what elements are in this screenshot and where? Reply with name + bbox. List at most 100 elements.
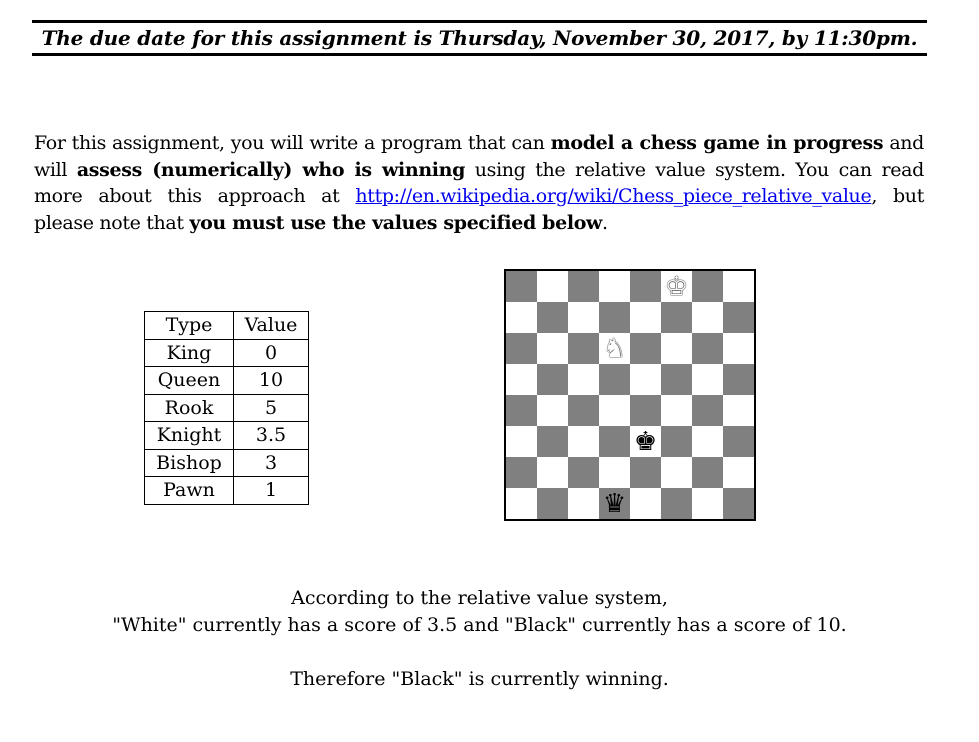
board-square-h5	[723, 364, 754, 395]
board-square-a3	[506, 426, 537, 457]
table-row: King 0	[144, 338, 309, 367]
intro-bold-1: model a chess game in progress	[550, 132, 884, 154]
board-square-c5	[568, 364, 599, 395]
board-square-e4	[630, 395, 661, 426]
conclusion-line-1: According to the relative value system,	[291, 587, 668, 609]
board-square-f6	[661, 333, 692, 364]
board-square-e6	[630, 333, 661, 364]
table-row: Knight 3.5	[144, 421, 309, 450]
board-square-b4	[537, 395, 568, 426]
board-square-a5	[506, 364, 537, 395]
board-square-f8: ♚	[661, 271, 692, 302]
board-square-d4	[599, 395, 630, 426]
board-square-e2	[630, 457, 661, 488]
cell-value: 0	[233, 338, 309, 367]
board-square-e8	[630, 271, 661, 302]
table-row: Pawn 1	[144, 476, 309, 505]
board-square-c1	[568, 488, 599, 519]
table-row: Bishop 3	[144, 448, 309, 477]
board-square-b6	[537, 333, 568, 364]
intro-text-1: For this assignment, you will write a pr…	[34, 132, 551, 154]
board-square-b1	[537, 488, 568, 519]
conclusion-line-2: "White" currently has a score of 3.5 and…	[112, 613, 847, 636]
cell-type: Bishop	[144, 448, 234, 477]
black-queen-icon: ♛	[602, 488, 627, 519]
due-date-text: The due date for this assignment is Thur…	[41, 26, 918, 50]
table-header-row: Type Value	[144, 311, 309, 340]
cell-type: King	[144, 338, 234, 367]
board-square-c7	[568, 302, 599, 333]
intro-paragraph: For this assignment, you will write a pr…	[34, 130, 924, 236]
board-square-b8	[537, 271, 568, 302]
board-square-d6: ♞	[599, 333, 630, 364]
cell-type: Queen	[144, 366, 234, 395]
board-square-b2	[537, 457, 568, 488]
intro-text-5: .	[602, 211, 608, 234]
board-square-h2	[723, 457, 754, 488]
board-square-f1	[661, 488, 692, 519]
conclusion-line-3: Therefore "Black" is currently winning.	[290, 668, 669, 690]
chess-board: ♚ ♞ ♚ ♛	[504, 269, 756, 521]
white-king-icon: ♚	[664, 271, 689, 302]
cell-value: 3	[233, 448, 309, 477]
header-type: Type	[144, 311, 234, 340]
board-square-c2	[568, 457, 599, 488]
board-square-d7	[599, 302, 630, 333]
board-square-a6	[506, 333, 537, 364]
cell-value: 5	[233, 393, 309, 422]
board-square-d2	[599, 457, 630, 488]
board-square-f4	[661, 395, 692, 426]
board-square-f2	[661, 457, 692, 488]
board-square-c3	[568, 426, 599, 457]
due-date-banner: The due date for this assignment is Thur…	[32, 20, 927, 56]
board-square-b5	[537, 364, 568, 395]
board-square-g5	[692, 364, 723, 395]
board-square-g4	[692, 395, 723, 426]
board-square-f3	[661, 426, 692, 457]
board-square-f7	[661, 302, 692, 333]
board-square-d3	[599, 426, 630, 457]
intro-bold-2: assess (numerically) who is winning	[76, 158, 466, 181]
board-square-g3	[692, 426, 723, 457]
board-square-c4	[568, 395, 599, 426]
board-square-a1	[506, 488, 537, 519]
board-square-a2	[506, 457, 537, 488]
cell-value: 1	[233, 476, 309, 505]
board-square-a8	[506, 271, 537, 302]
board-square-g2	[692, 457, 723, 488]
cell-type: Rook	[144, 393, 234, 422]
intro-bold-3: you must use the values specified below	[189, 211, 603, 234]
board-square-e1	[630, 488, 661, 519]
cell-type: Knight	[144, 421, 234, 450]
cell-type: Pawn	[144, 476, 234, 505]
board-square-e3: ♚	[630, 426, 661, 457]
board-square-g6	[692, 333, 723, 364]
black-king-icon: ♚	[633, 426, 658, 457]
piece-value-table: Type Value King 0 Queen 10 Rook 5 Knight 3.5…	[144, 311, 309, 505]
board-square-f5	[661, 364, 692, 395]
board-square-g1	[692, 488, 723, 519]
board-square-a4	[506, 395, 537, 426]
board-square-d5	[599, 364, 630, 395]
cell-value: 10	[233, 366, 309, 395]
board-square-a7	[506, 302, 537, 333]
board-square-g7	[692, 302, 723, 333]
board-square-b3	[537, 426, 568, 457]
board-square-g8	[692, 271, 723, 302]
conclusion: According to the relative value system, …	[0, 585, 959, 693]
white-knight-icon: ♞	[602, 333, 627, 364]
table-row: Rook 5	[144, 393, 309, 422]
header-value: Value	[233, 311, 309, 340]
board-square-h6	[723, 333, 754, 364]
board-square-h1	[723, 488, 754, 519]
board-square-h7	[723, 302, 754, 333]
table-row: Queen 10	[144, 366, 309, 395]
board-square-h4	[723, 395, 754, 426]
wikipedia-link[interactable]: http://en.wikipedia.org/wiki/Chess_piece…	[355, 185, 871, 207]
board-square-d1: ♛	[599, 488, 630, 519]
board-square-c6	[568, 333, 599, 364]
board-square-e5	[630, 364, 661, 395]
board-square-d8	[599, 271, 630, 302]
board-square-c8	[568, 271, 599, 302]
cell-value: 3.5	[233, 421, 309, 450]
